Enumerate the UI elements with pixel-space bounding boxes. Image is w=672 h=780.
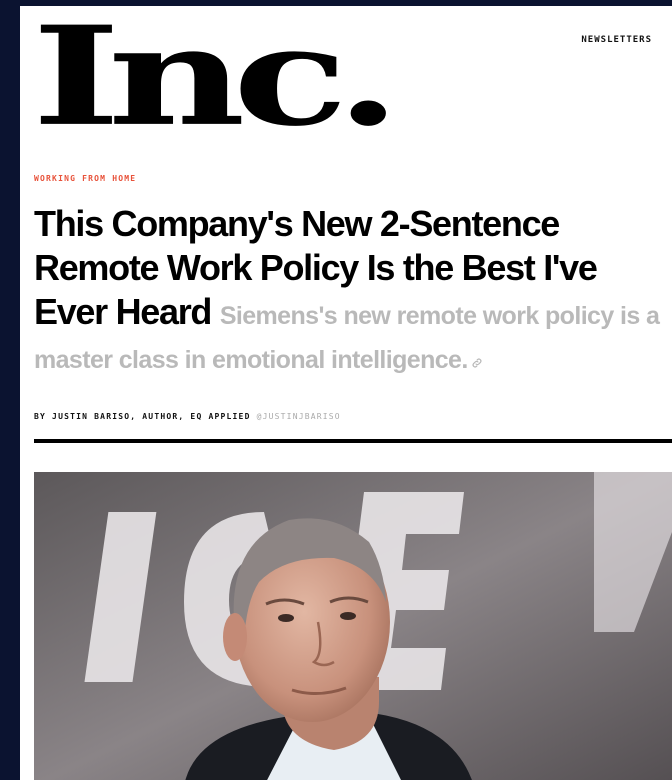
hero-photo-illustration — [34, 472, 672, 780]
inc-logo[interactable]: Inc. — [32, 8, 401, 144]
author-credit[interactable]: BY JUSTIN BARISO, AUTHOR, EQ APPLIED — [34, 412, 251, 421]
header-divider — [34, 439, 672, 443]
article-page: Inc. NEWSLETTERS WORKING FROM HOME This … — [20, 6, 672, 780]
newsletters-link[interactable]: NEWSLETTERS — [581, 35, 652, 45]
author-handle[interactable]: @JUSTINJBARISO — [257, 412, 341, 421]
section-kicker[interactable]: WORKING FROM HOME — [34, 174, 136, 183]
link-icon[interactable] — [471, 357, 483, 369]
hero-image — [34, 472, 672, 780]
byline: BY JUSTIN BARISO, AUTHOR, EQ APPLIED @JUS… — [34, 412, 341, 421]
headline-block: This Company's New 2-Sentence Remote Wor… — [34, 202, 664, 382]
